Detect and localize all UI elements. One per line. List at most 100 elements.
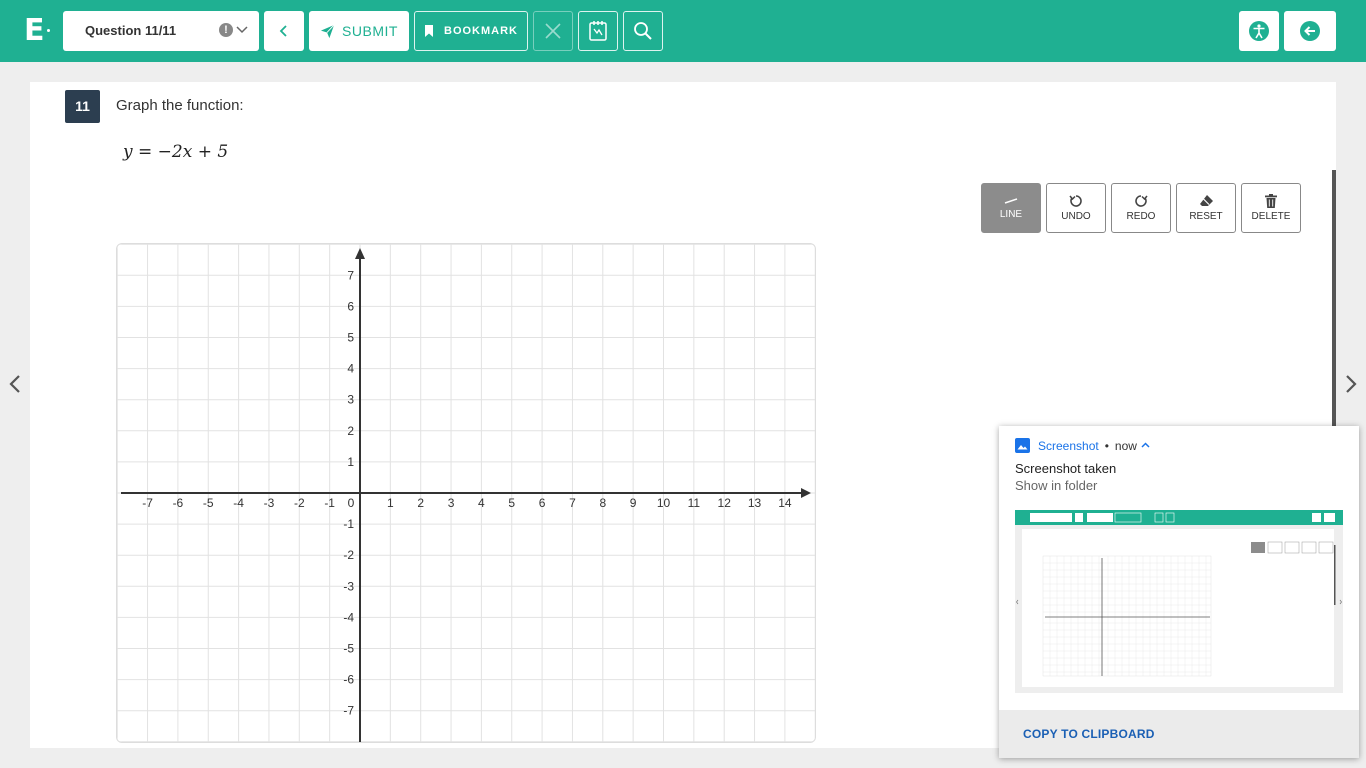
submit-label: SUBMIT	[342, 23, 398, 39]
question-select[interactable]: Question 11/11 !	[63, 11, 259, 51]
notification-header: Screenshot • now	[1015, 438, 1150, 453]
x-tick-label: 9	[630, 496, 637, 510]
chevron-left-icon	[279, 25, 287, 37]
x-tick-label: 13	[748, 496, 762, 510]
y-tick-label: 7	[347, 268, 354, 282]
x-tick-label: 8	[599, 496, 606, 510]
redo-button[interactable]: REDO	[1111, 183, 1171, 233]
y-tick-label: 4	[347, 362, 354, 376]
question-equation: y = −2x + 5	[123, 142, 229, 162]
x-tick-label: -2	[294, 496, 305, 510]
notification-footer: COPY TO CLIPBOARD	[999, 710, 1359, 758]
x-tick-label: 2	[417, 496, 424, 510]
y-tick-label: -4	[343, 610, 354, 624]
x-tick-label: 5	[508, 496, 515, 510]
x-tick-label: 14	[778, 496, 792, 510]
y-tick-label: 5	[347, 331, 354, 345]
bookmark-icon	[425, 25, 433, 37]
close-button[interactable]	[533, 11, 573, 51]
bookmark-label: BOOKMARK	[444, 25, 518, 37]
notification-time: now	[1114, 438, 1137, 453]
exit-button[interactable]	[1284, 11, 1336, 51]
redo-label: REDO	[1126, 211, 1156, 222]
y-tick-label: 6	[347, 299, 354, 313]
eraser-icon	[1199, 195, 1213, 206]
y-tick-label: -6	[343, 673, 354, 687]
notification-title: Screenshot taken	[1015, 461, 1117, 476]
redo-icon	[1135, 195, 1148, 207]
chevron-left-icon	[9, 375, 20, 393]
previous-page-arrow[interactable]	[8, 374, 22, 399]
screenshot-thumbnail[interactable]	[1015, 510, 1343, 693]
line-icon	[1004, 198, 1018, 204]
top-bar: E Question 11/11 ! SUBMIT BOOKMARK	[0, 0, 1366, 62]
copy-to-clipboard-button[interactable]: COPY TO CLIPBOARD	[1023, 727, 1155, 741]
x-tick-label: -7	[142, 496, 153, 510]
x-tick-label: 6	[539, 496, 546, 510]
delete-label: DELETE	[1251, 211, 1291, 222]
line-tool-label: LINE	[999, 209, 1023, 220]
coordinate-grid[interactable]: -7 -6 -5 -4 -3 -2 -1 0 1 2 3 4 5 6 7 8 9 10 11 12 13 14765432…	[117, 244, 816, 743]
question-prompt: Graph the function:	[116, 97, 244, 114]
line-tool-button[interactable]: LINE	[981, 183, 1041, 233]
arrow-left-icon	[1300, 21, 1320, 41]
y-tick-label: 3	[347, 393, 354, 407]
next-page-arrow[interactable]	[1344, 374, 1358, 399]
x-tick-label: 3	[448, 496, 455, 510]
x-tick-label: 12	[718, 496, 732, 510]
x-tick-label: -6	[173, 496, 184, 510]
y-tick-label: -1	[343, 517, 354, 531]
y-tick-label: -3	[343, 579, 354, 593]
question-number: 11	[65, 90, 100, 123]
x-tick-label: 10	[657, 496, 671, 510]
logo-dot	[47, 29, 50, 32]
reset-button[interactable]: RESET	[1176, 183, 1236, 233]
y-tick-label: -5	[343, 642, 354, 656]
zoom-button[interactable]	[623, 11, 663, 51]
accessibility-icon	[1249, 21, 1269, 41]
x-tick-label: 4	[478, 496, 485, 510]
undo-button[interactable]: UNDO	[1046, 183, 1106, 233]
x-tick-label: -3	[264, 496, 275, 510]
x-axis-arrow	[801, 488, 811, 498]
x-tick-label: -1	[324, 496, 335, 510]
search-icon	[634, 22, 652, 40]
chevron-right-icon	[1346, 375, 1357, 393]
undo-icon	[1069, 195, 1082, 207]
y-tick-label: 1	[347, 455, 354, 469]
accessibility-button[interactable]	[1239, 11, 1279, 51]
undo-label: UNDO	[1061, 211, 1091, 222]
screenshot-notification: Screenshot • now Screenshot taken Show i…	[999, 426, 1359, 758]
notepad-icon	[589, 21, 607, 41]
chevron-up-icon[interactable]	[1141, 439, 1150, 453]
notification-app-name: Screenshot	[1038, 438, 1099, 453]
scrollbar[interactable]	[1332, 170, 1336, 430]
y-tick-label: -7	[343, 704, 354, 718]
submit-button[interactable]: SUBMIT	[309, 11, 409, 51]
x-tick-label: 0	[348, 496, 355, 510]
chevron-down-icon	[235, 23, 249, 42]
x-tick-label: 1	[387, 496, 394, 510]
trash-icon	[1265, 194, 1277, 208]
image-icon	[1015, 438, 1030, 453]
x-tick-label: 7	[569, 496, 576, 510]
logo: E	[24, 13, 45, 48]
warning-icon: !	[219, 23, 233, 37]
paper-plane-icon	[320, 24, 335, 38]
y-tick-label: -2	[343, 548, 354, 562]
previous-question-button[interactable]	[264, 11, 304, 51]
close-icon	[545, 23, 561, 39]
show-in-folder-link[interactable]: Show in folder	[1015, 478, 1097, 493]
x-tick-label: 11	[688, 496, 701, 510]
question-select-label: Question 11/11	[85, 23, 177, 38]
delete-button[interactable]: DELETE	[1241, 183, 1301, 233]
graph-canvas[interactable]: -7 -6 -5 -4 -3 -2 -1 0 1 2 3 4 5 6 7 8 9 10 11 12 13 14 7 6 5 4 3 2…	[116, 243, 816, 743]
x-tick-label: -5	[203, 496, 214, 510]
notepad-button[interactable]	[578, 11, 618, 51]
x-tick-label: -4	[233, 496, 244, 510]
y-axis-arrow	[355, 248, 365, 259]
bookmark-button[interactable]: BOOKMARK	[414, 11, 528, 51]
y-tick-label: 2	[347, 424, 354, 438]
separator-dot: •	[1104, 438, 1109, 453]
reset-label: RESET	[1189, 211, 1223, 222]
